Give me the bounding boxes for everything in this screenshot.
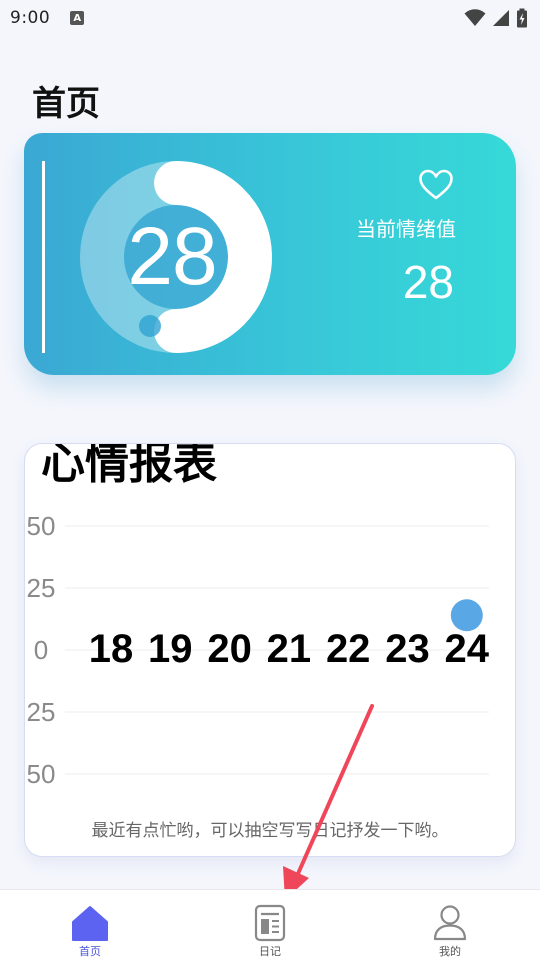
chart-x-tick-label: 21: [267, 627, 312, 671]
nav-item-profile[interactable]: 我的: [360, 890, 540, 960]
heart-icon[interactable]: [418, 169, 454, 201]
mood-ring-value: 28: [127, 211, 217, 302]
chart-x-tick-label: 19: [148, 627, 193, 671]
mood-label: 当前情绪值: [356, 217, 456, 241]
battery-icon: [517, 8, 527, 28]
mood-value: 28: [402, 256, 454, 308]
wifi-icon: [464, 9, 486, 26]
report-title: 心情报表: [41, 443, 217, 489]
chart-y-tick-label: 50: [27, 511, 56, 541]
bottom-nav: 首页 日记 我的: [0, 889, 540, 960]
nav-label-profile: 我的: [439, 945, 461, 958]
profile-icon: [433, 905, 467, 941]
diary-icon: [254, 904, 286, 942]
chart-x-tick-label: 24: [445, 627, 490, 671]
chart-x-tick-label: 20: [207, 627, 252, 671]
status-time: 9:00: [10, 8, 51, 28]
chart-y-tick-label: 25: [27, 573, 56, 603]
nav-item-home[interactable]: 首页: [0, 890, 180, 960]
status-bar: 9:00 A: [0, 0, 540, 36]
chart-x-tick-label: 23: [385, 627, 430, 671]
nav-label-home: 首页: [79, 945, 101, 958]
report-message: 最近有点忙哟，可以抽空写写日记抒发一下哟。: [91, 821, 449, 841]
chart-y-tick-label: 25: [27, 697, 56, 727]
page-title: 首页: [32, 84, 100, 124]
chart-x-tick-label: 18: [89, 627, 134, 671]
home-icon: [72, 906, 108, 941]
chart-y-tick-label: 0: [34, 635, 48, 665]
mood-chart: 50 25 0 25 50 18 19 20 21 22 23 24: [27, 511, 490, 789]
nav-label-diary: 日记: [259, 945, 281, 958]
chart-x-tick-label: 22: [326, 627, 371, 671]
chart-y-tick-label: 50: [27, 759, 56, 789]
card-accent-bar: [42, 161, 45, 353]
nav-item-diary[interactable]: 日记: [180, 890, 360, 960]
mood-report-card: 50 25 0 25 50 18 19 20 21 22 23 24 心情报表 最近有点忙哟，可以抽空…: [24, 443, 516, 857]
mood-card[interactable]: 28 当前情绪值 28: [24, 133, 516, 375]
signal-icon: [493, 10, 509, 26]
status-icons: [464, 8, 528, 28]
notification-a-icon: A: [70, 11, 85, 25]
